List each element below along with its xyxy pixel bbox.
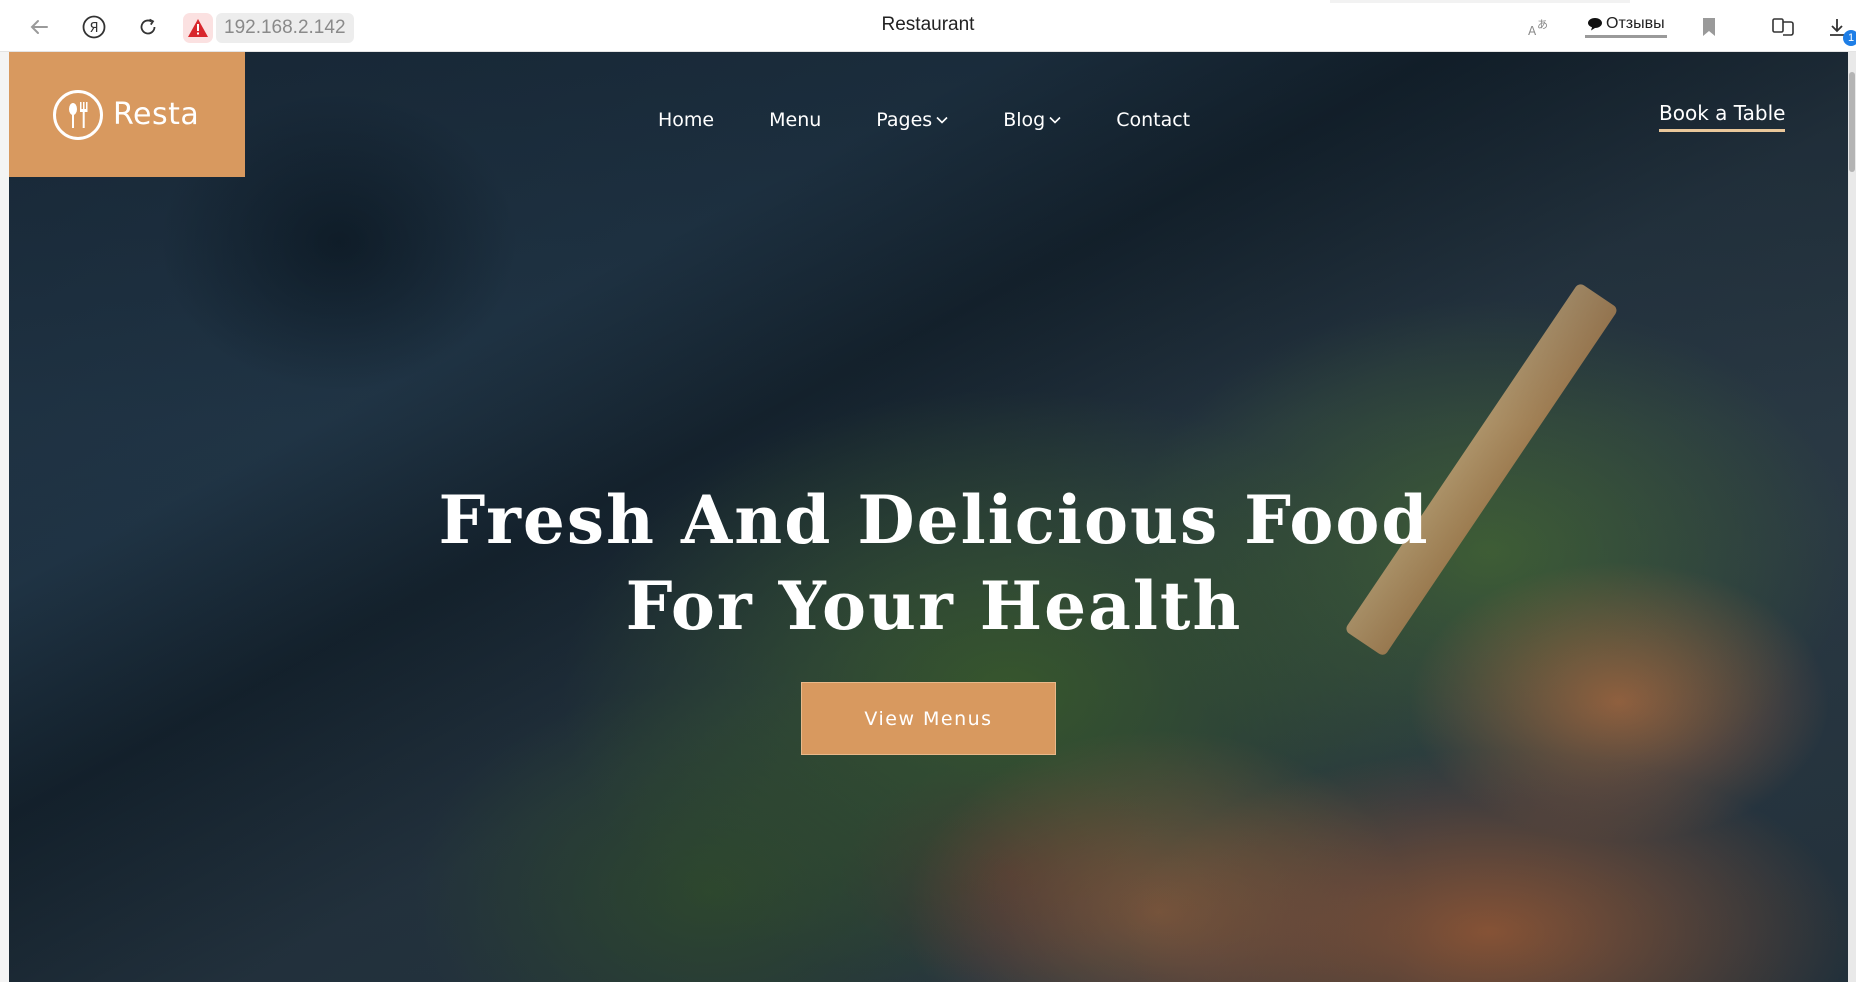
scrollbar-thumb[interactable] <box>1849 72 1855 172</box>
cutlery-icon <box>53 89 103 140</box>
yandex-button[interactable]: Я <box>77 10 111 44</box>
downloads-badge: 1 <box>1843 30 1856 46</box>
mirror-button[interactable] <box>1766 10 1800 44</box>
chevron-down-icon <box>936 116 948 124</box>
page-viewport: Resta Home Menu Pages Blog Contact Book … <box>9 52 1856 982</box>
svg-text:A: A <box>1528 24 1537 38</box>
page-title: Restaurant <box>881 14 975 35</box>
scrollbar[interactable] <box>1848 52 1856 982</box>
translate-button[interactable]: A あ <box>1521 10 1555 44</box>
reviews-label: Отзывы <box>1606 14 1665 32</box>
nav-home-label: Home <box>658 109 715 131</box>
bookmark-icon <box>1703 18 1715 36</box>
nav-menu[interactable]: Menu <box>769 109 821 131</box>
tab-strip-edge <box>1330 0 1630 3</box>
hero-headline: Fresh And Delicious Food For Your Health <box>9 477 1856 649</box>
svg-text:あ: あ <box>1537 18 1548 31</box>
nav-contact-label: Contact <box>1116 109 1191 131</box>
security-warning-badge[interactable] <box>183 13 213 43</box>
main-nav: Home Menu Pages Blog Contact <box>658 104 1190 136</box>
mirror-icon <box>1772 18 1794 36</box>
browser-toolbar: Я 192.168.2.142 Restaurant A あ Отзывы 1 <box>0 0 1856 52</box>
nav-blog-label: Blog <box>1003 109 1046 131</box>
logo-text: Resta <box>113 97 200 132</box>
nav-blog[interactable]: Blog <box>1003 109 1061 131</box>
book-table-link[interactable]: Book a Table <box>1659 101 1786 132</box>
comment-icon <box>1588 17 1602 30</box>
back-button[interactable] <box>22 10 56 44</box>
reviews-button[interactable]: Отзывы <box>1585 12 1667 38</box>
yandex-icon: Я <box>82 15 106 39</box>
hero-headline-line1: Fresh And Delicious Food <box>438 481 1430 559</box>
svg-text:Я: Я <box>89 21 98 36</box>
nav-menu-label: Menu <box>769 109 822 131</box>
window-left-edge <box>0 52 9 982</box>
chevron-down-icon <box>1049 116 1061 124</box>
translate-icon: A あ <box>1528 18 1548 38</box>
hero-headline-line2: For Your Health <box>625 567 1243 645</box>
reload-button[interactable] <box>131 10 165 44</box>
view-menus-button[interactable]: View Menus <box>801 682 1056 755</box>
nav-pages-label: Pages <box>876 109 933 131</box>
bookmark-button[interactable] <box>1692 10 1726 44</box>
address-bar-url[interactable]: 192.168.2.142 <box>216 13 354 43</box>
nav-home[interactable]: Home <box>658 109 714 131</box>
nav-contact[interactable]: Contact <box>1116 109 1190 131</box>
warning-icon <box>188 19 208 37</box>
reload-icon <box>140 18 156 35</box>
back-icon <box>30 20 48 34</box>
site-logo[interactable]: Resta <box>9 52 245 177</box>
nav-pages[interactable]: Pages <box>876 109 948 131</box>
